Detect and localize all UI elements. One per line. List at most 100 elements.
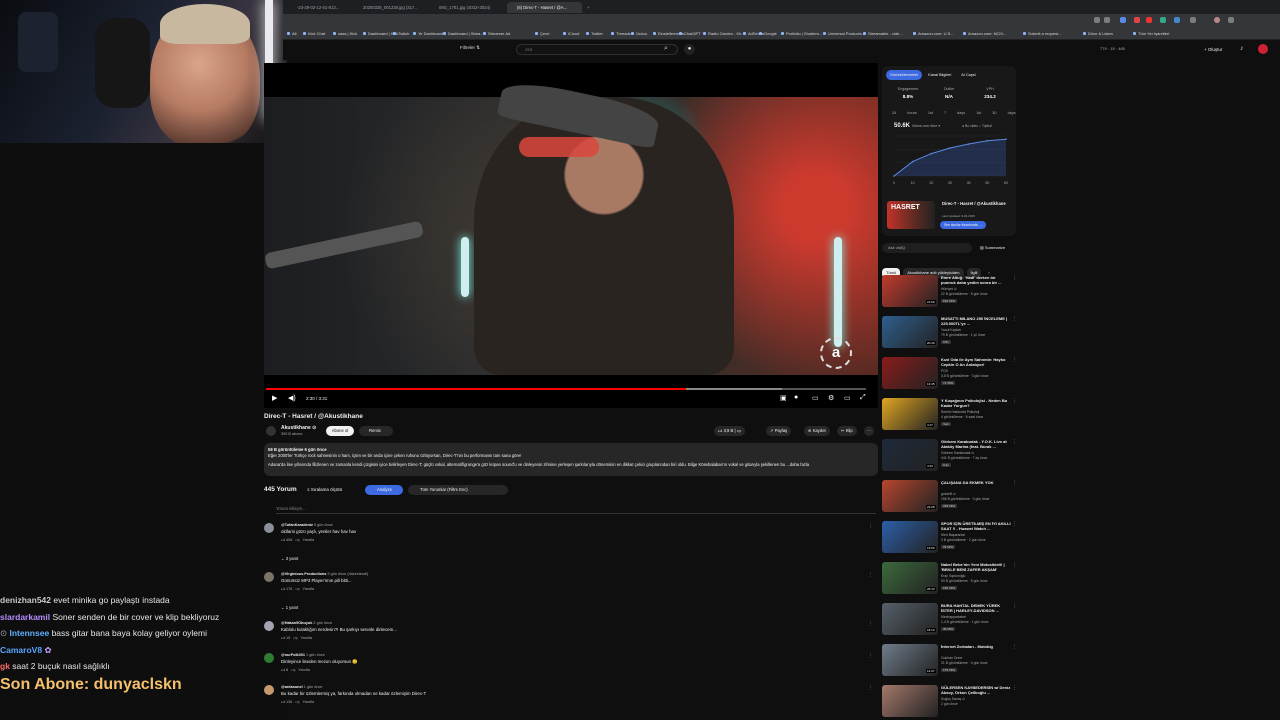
video-title[interactable]: SPOR İÇİN ÜRETİLMİŞ EN İYİ AKILLI SAAT !…	[941, 521, 1011, 531]
video-title[interactable]: Nabel Bebe'nin Yeni Motosikleti! | 'BEKL…	[941, 562, 1011, 572]
browser-tab-active[interactable]: (6) Direc-T - Hasret / @A...	[507, 2, 582, 13]
bookmark-item[interactable]: Streamable - vide...	[863, 29, 903, 39]
period-tabs[interactable]: 24 hours 1st 7 days 1st 30 days	[892, 111, 1016, 115]
vidiq-tab[interactable]: Görüntülenmeler	[886, 70, 923, 80]
channel-name[interactable]: Görkem Karabudak ⊙	[941, 451, 974, 455]
bookmark-item[interactable]: Twitter	[586, 29, 603, 39]
channel-name[interactable]: Hürriyet ⊙	[941, 287, 957, 291]
reply-button[interactable]: Yanıtla	[298, 668, 310, 672]
video-thumbnail[interactable]	[882, 685, 938, 717]
channel-name[interactable]: Semih Hakkında Psikoloji	[941, 410, 979, 414]
more-icon[interactable]: ⋯	[864, 426, 875, 436]
remix-button[interactable]: Remix	[359, 426, 393, 436]
bookmark-item[interactable]: Streamer Ad	[483, 29, 510, 39]
bookmark-item[interactable]: Amazon.com: U.S...	[913, 29, 954, 39]
bookmark-item[interactable]: Çevri	[535, 29, 549, 39]
bookmark-item[interactable]: Universal Products...	[823, 29, 865, 39]
comment-menu-icon[interactable]: ⋮	[868, 685, 873, 691]
clip-button[interactable]: ✂ Klip	[837, 426, 857, 436]
star-icon[interactable]	[1104, 17, 1110, 23]
extension-icon[interactable]	[1160, 17, 1166, 23]
browser-tab[interactable]: -23-29-02-12-01-813...	[287, 2, 347, 13]
search-input[interactable]: Ara	[516, 44, 678, 55]
recommended-video[interactable]: 20:49 MUSATTI MILANO 250 İNCELEME | 225.0…	[882, 316, 1017, 354]
thumb-up-icon[interactable]: 👍︎	[281, 668, 285, 672]
search-icon[interactable]: ⌕	[664, 45, 668, 53]
thumb-up-icon[interactable]: 👍︎	[281, 700, 285, 704]
video-menu-icon[interactable]: ⋮	[1012, 603, 1017, 609]
recommended-video[interactable]: GÜLERSEN KAYBEDERSİN w/ Deniz Aksoy, Ork…	[882, 685, 1017, 720]
create-button[interactable]: + Oluştur	[1204, 44, 1222, 55]
similar-thumbnails-button[interactable]: See similar thumbnails →	[940, 221, 987, 229]
recommended-video[interactable]: 26:43 Nabel Bebe'nin Yeni Motosikleti! | …	[882, 562, 1017, 600]
volume-icon[interactable]: ◀)	[288, 394, 296, 402]
video-title[interactable]: İnternet Zorbaları - Motobig	[941, 644, 1011, 649]
comment-avatar[interactable]	[264, 685, 274, 695]
video-title[interactable]: Kızıl Oda ile Aynı Sahnede: Hayko Cepkin…	[941, 357, 1011, 367]
comment-menu-icon[interactable]: ⋮	[868, 523, 873, 529]
sort-button[interactable]: ≡ Sıralama ölçütü	[307, 487, 342, 492]
extension-icon[interactable]	[1094, 17, 1100, 23]
video-title[interactable]: Y Kuşağının Psikolojisi - Neden Bu Kadar…	[941, 398, 1011, 408]
comment-author[interactable]: @nurFolk301	[281, 653, 305, 657]
profile-icon[interactable]	[1214, 17, 1220, 23]
bookmark-item[interactable]: iCloud	[563, 29, 579, 39]
bookmark-item[interactable]: Kick Chat	[303, 29, 325, 39]
notification-bell-icon[interactable]: ♪	[1240, 45, 1248, 53]
video-description[interactable]: 58 B görüntüleme 6 gün önce Eğer 2000'le…	[264, 443, 878, 476]
bookmark-item[interactable]: Drive & Listen	[1083, 29, 1113, 39]
recommended-video[interactable]: 21:09 Emre Altuğ: 'Hadi' derken bir pumru…	[882, 275, 1017, 313]
bookmark-item[interactable]: Radio Garden - Kh...	[703, 29, 745, 39]
microphone-icon[interactable]: ●	[684, 44, 695, 55]
video-title[interactable]: BURA HANTAL DEMEK YÜREK İSTER | HARLEY-D…	[941, 603, 1011, 613]
comment-avatar[interactable]	[264, 653, 274, 663]
add-comment-input[interactable]: Yorum ekleyin...	[276, 506, 306, 511]
recommended-video[interactable]: 4:43 Görkem Karabudak - Y.O.K. Live at At…	[882, 439, 1017, 477]
thumb-down-icon[interactable]: 👎︎	[296, 587, 300, 591]
channel-name[interactable]: Eray Topkoroğlu	[941, 574, 965, 578]
bookmark-item[interactable]: Alt	[287, 29, 297, 39]
recommended-video[interactable]: 14:07 İnternet Zorbaları - Motobig Gokhan …	[882, 644, 1017, 682]
analyze-chip[interactable]: Analyze	[365, 485, 403, 495]
bookmark-item[interactable]: Ye Dashboard	[413, 29, 443, 39]
channel-name[interactable]: Mert Başaranlar	[941, 533, 965, 537]
channel-name[interactable]: Akustikhane ⊙	[281, 425, 316, 431]
bookmark-item[interactable]: ChatGPT	[679, 29, 701, 39]
video-menu-icon[interactable]: ⋮	[1012, 480, 1017, 486]
video-menu-icon[interactable]: ⋮	[1012, 521, 1017, 527]
bookmark-item[interactable]: Submit a request...	[1023, 29, 1062, 39]
views-over-select[interactable]: Views over time ▾	[912, 124, 940, 128]
video-title[interactable]: ÇALIŞANA DA EKMEK YOK	[941, 480, 1011, 485]
comment-avatar[interactable]	[264, 621, 274, 631]
recommended-video[interactable]: 18:10 BURA HANTAL DEMEK YÜREK İSTER | HAR…	[882, 603, 1017, 641]
recommended-video[interactable]: 23:28 ÇALIŞANA DA EKMEK YOK gokshtf ⊙ 196 B…	[882, 480, 1017, 518]
vidiq-tab[interactable]: Kanal Bilgileri	[924, 70, 955, 80]
share-button[interactable]: ↗ Paylaş	[766, 426, 792, 436]
avatar[interactable]	[1258, 44, 1268, 54]
thumb-up-icon[interactable]: 👍︎	[281, 538, 285, 542]
video-menu-icon[interactable]: ⋮	[1012, 316, 1017, 322]
comment-author[interactable]: @ardasunel	[281, 685, 303, 689]
replies-toggle[interactable]: ⌄ 3 yanıt	[281, 556, 298, 561]
channel-name[interactable]: Yusuf Kaplan	[941, 328, 961, 332]
browser-tab[interactable]: IMG_1701.jpg (4032×3024)	[429, 2, 504, 13]
comment-menu-icon[interactable]: ⋮	[868, 653, 873, 659]
thumb-up-icon[interactable]: 👍︎	[281, 587, 285, 591]
thumb-down-icon[interactable]: 👎︎	[296, 538, 300, 542]
compare-options[interactable]: ● Bu video ○ Tipikal	[962, 124, 992, 128]
channel-name[interactable]: gokshtf ⊙	[941, 492, 956, 496]
save-button[interactable]: ⊕ Kaydet	[804, 426, 830, 436]
channel-name[interactable]: FOX	[941, 369, 948, 373]
bookmark-item[interactable]: Twitch	[393, 29, 409, 39]
video-menu-icon[interactable]: ⋮	[1012, 357, 1017, 363]
comment-avatar[interactable]	[264, 572, 274, 582]
thumb-down-icon[interactable]: 👎︎	[296, 700, 300, 704]
reply-button[interactable]: Yanıtla	[303, 538, 315, 542]
reply-button[interactable]: Yanıtla	[303, 700, 315, 704]
video-title[interactable]: Görkem Karabudak - Y.O.K. Live at Ataköy…	[941, 439, 1011, 449]
bookmark-item[interactable]: Ücüzu	[631, 29, 647, 39]
extension-icon[interactable]	[1174, 17, 1180, 23]
video-menu-icon[interactable]: ⋮	[1012, 644, 1017, 650]
channel-avatar[interactable]	[266, 426, 276, 436]
channel-name[interactable]: Mechapparkeleri	[941, 615, 966, 619]
